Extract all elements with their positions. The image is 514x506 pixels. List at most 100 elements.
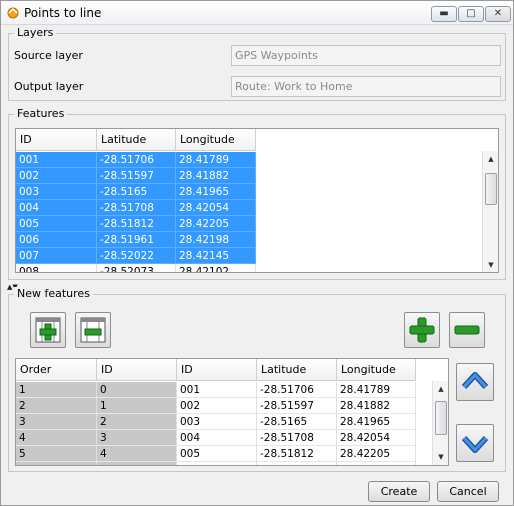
output-layer-label: Output layer <box>14 80 84 93</box>
features-cell[interactable]: 28.41965 <box>176 184 256 200</box>
new-features-group-title: New features <box>14 287 93 300</box>
features-cell[interactable]: 28.41882 <box>176 168 256 184</box>
features-table[interactable]: ID Latitude Longitude 001 -28.51706 28.417… <box>15 128 499 273</box>
new-features-cell[interactable]: -28.51812 <box>257 446 337 462</box>
features-cell[interactable]: -28.51812 <box>97 216 176 232</box>
features-cell[interactable]: 008 <box>16 264 97 272</box>
features-cell[interactable]: 005 <box>16 216 97 232</box>
features-cell[interactable]: -28.52022 <box>97 248 176 264</box>
new-features-cell[interactable]: 003 <box>177 414 257 430</box>
remove-column-button[interactable] <box>75 312 111 348</box>
new-features-cell[interactable]: 28.42054 <box>337 430 416 446</box>
new-col-id[interactable]: ID <box>177 359 257 381</box>
features-scrollbar[interactable]: ▲ ▼ <box>482 151 498 272</box>
features-cell[interactable]: 28.41789 <box>176 152 256 168</box>
new-features-cell[interactable]: 0 <box>97 382 177 398</box>
features-cell[interactable]: -28.51706 <box>97 152 176 168</box>
move-down-icon <box>461 435 489 453</box>
maximize-button[interactable]: □ <box>458 6 484 22</box>
new-scroll-up-arrow-icon[interactable]: ▲ <box>433 383 448 395</box>
new-features-cell[interactable]: 002 <box>177 398 257 414</box>
new-features-scrollbar[interactable]: ▲ ▼ <box>432 381 448 465</box>
new-features-cell[interactable]: 006 <box>177 462 257 465</box>
scroll-down-arrow-icon[interactable]: ▼ <box>483 259 498 271</box>
app-icon <box>7 7 19 19</box>
remove-icon <box>454 325 480 335</box>
features-cell[interactable]: 007 <box>16 248 97 264</box>
minimize-button[interactable]: ▬ <box>431 6 457 22</box>
new-col-longitude[interactable]: Longitude <box>337 359 416 381</box>
new-features-cell[interactable]: 6 <box>16 462 97 465</box>
features-cell[interactable]: 004 <box>16 200 97 216</box>
add-column-button[interactable] <box>30 312 66 348</box>
new-scroll-thumb[interactable] <box>435 401 447 435</box>
new-features-cell[interactable]: 3 <box>97 430 177 446</box>
new-features-cell[interactable]: 1 <box>16 382 97 398</box>
new-scroll-down-arrow-icon[interactable]: ▼ <box>433 451 448 463</box>
new-features-cell[interactable]: 5 <box>97 462 177 465</box>
source-layer-label: Source layer <box>14 49 83 62</box>
features-cell[interactable]: 28.42205 <box>176 216 256 232</box>
features-cell[interactable]: -28.52073 <box>97 264 176 272</box>
new-features-cell[interactable]: 28.41882 <box>337 398 416 414</box>
features-cell[interactable]: -28.51597 <box>97 168 176 184</box>
new-features-cell[interactable]: 2 <box>16 398 97 414</box>
new-features-cell[interactable]: -28.51706 <box>257 382 337 398</box>
new-col-latitude[interactable]: Latitude <box>257 359 337 381</box>
add-column-icon <box>35 317 61 343</box>
features-scroll-thumb[interactable] <box>485 173 497 205</box>
features-group-title: Features <box>14 107 68 120</box>
features-col-id[interactable]: ID <box>16 129 97 151</box>
features-cell[interactable]: 28.42145 <box>176 248 256 264</box>
close-button[interactable]: ✕ <box>485 6 511 22</box>
features-cell[interactable]: 003 <box>16 184 97 200</box>
new-features-cell[interactable]: 4 <box>97 446 177 462</box>
new-features-cell[interactable]: 4 <box>16 430 97 446</box>
features-cell[interactable]: 006 <box>16 232 97 248</box>
features-col-latitude[interactable]: Latitude <box>97 129 176 151</box>
maximize-icon: □ <box>466 8 476 19</box>
new-features-cell[interactable]: -28.51961 <box>257 462 337 465</box>
create-button[interactable]: Create <box>368 481 430 502</box>
new-features-cell[interactable]: 1 <box>97 398 177 414</box>
new-features-cell[interactable]: 2 <box>97 414 177 430</box>
new-features-cell[interactable]: 28.41789 <box>337 382 416 398</box>
features-cell[interactable]: -28.51961 <box>97 232 176 248</box>
layers-group-title: Layers <box>14 26 57 39</box>
move-up-icon <box>461 372 489 390</box>
new-features-cell[interactable]: 3 <box>16 414 97 430</box>
features-col-longitude[interactable]: Longitude <box>176 129 256 151</box>
move-up-button[interactable] <box>456 363 494 401</box>
add-feature-button[interactable] <box>404 312 440 348</box>
cancel-button[interactable]: Cancel <box>437 481 499 502</box>
new-features-table[interactable]: Order ID ID Latitude Longitude 1 0 001 -28.… <box>15 358 449 466</box>
remove-column-icon <box>80 317 106 343</box>
remove-feature-button[interactable] <box>449 312 485 348</box>
new-features-cell[interactable]: -28.5165 <box>257 414 337 430</box>
new-features-cell[interactable]: 001 <box>177 382 257 398</box>
new-features-cell[interactable]: 28.41965 <box>337 414 416 430</box>
move-down-button[interactable] <box>456 424 494 462</box>
features-cell[interactable]: 28.42198 <box>176 232 256 248</box>
new-features-cell[interactable]: -28.51597 <box>257 398 337 414</box>
features-cell[interactable]: -28.51708 <box>97 200 176 216</box>
features-cell[interactable]: 001 <box>16 152 97 168</box>
new-col-order[interactable]: Order <box>16 359 97 381</box>
new-features-cell[interactable]: 28.42198 <box>337 462 416 465</box>
new-features-cell[interactable]: 005 <box>177 446 257 462</box>
add-icon <box>409 317 435 343</box>
new-features-cell[interactable]: 004 <box>177 430 257 446</box>
new-features-cell[interactable]: 5 <box>16 446 97 462</box>
window-title: Points to line <box>24 6 102 20</box>
features-cell[interactable]: 28.42102 <box>176 264 256 272</box>
features-cell[interactable]: -28.5165 <box>97 184 176 200</box>
scroll-up-arrow-icon[interactable]: ▲ <box>483 153 498 165</box>
new-features-cell[interactable]: 28.42205 <box>337 446 416 462</box>
features-cell[interactable]: 28.42054 <box>176 200 256 216</box>
output-layer-field[interactable]: Route: Work to Home <box>231 76 501 97</box>
source-layer-field[interactable]: GPS Waypoints <box>231 45 501 66</box>
new-col-index[interactable]: ID <box>97 359 177 381</box>
title-bar[interactable]: Points to line ▬ □ ✕ <box>1 1 513 25</box>
features-cell[interactable]: 002 <box>16 168 97 184</box>
new-features-cell[interactable]: -28.51708 <box>257 430 337 446</box>
